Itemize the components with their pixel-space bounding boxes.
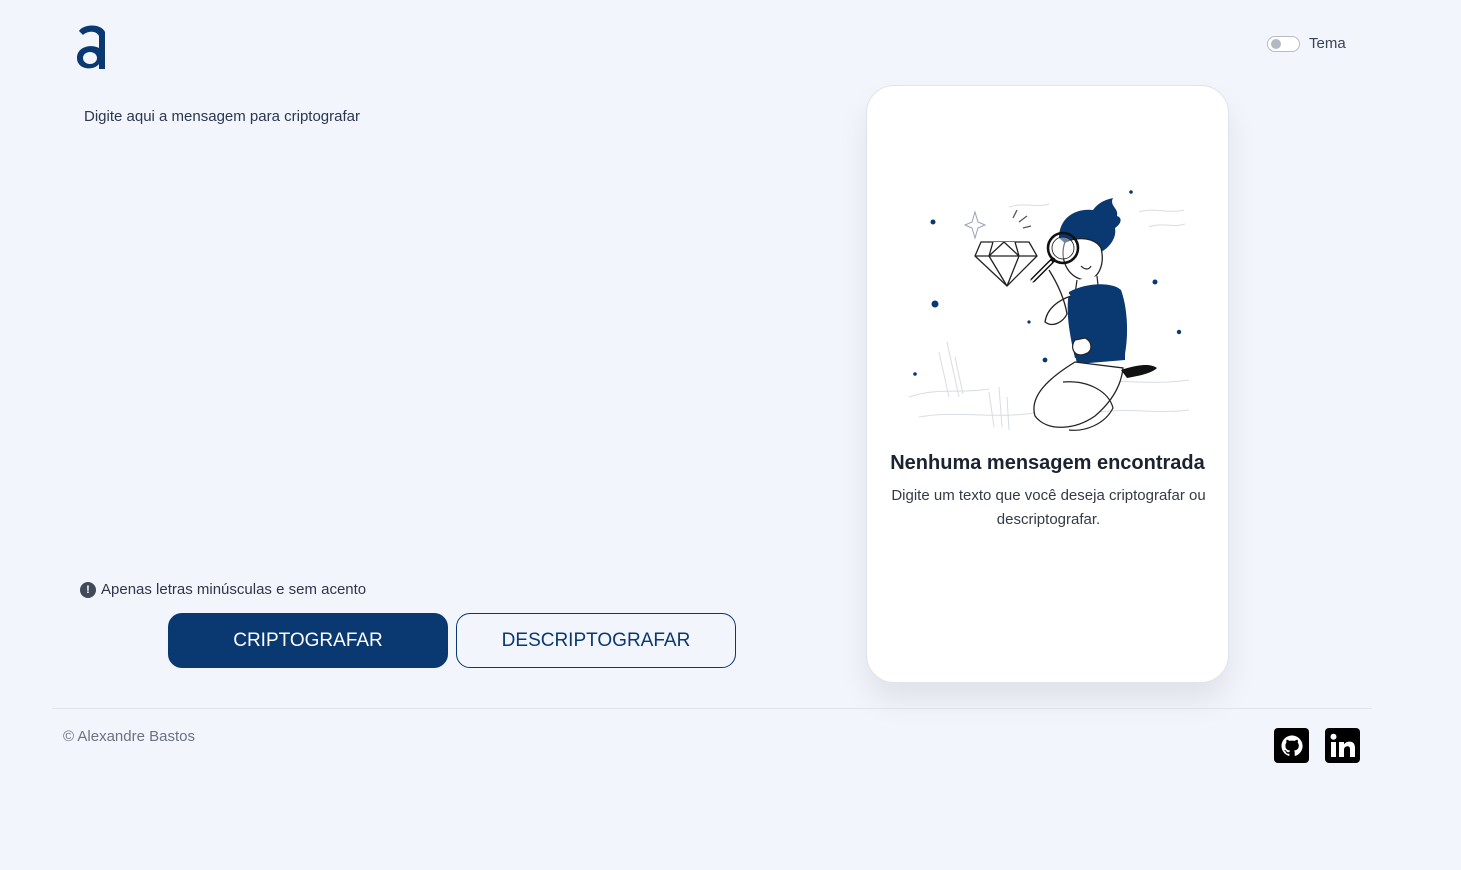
exclamation-circle-icon: ! — [80, 581, 96, 598]
decrypt-button[interactable]: DESCRIPTOGRAFAR — [456, 613, 736, 668]
linkedin-link[interactable] — [1325, 728, 1360, 763]
input-hint-text: Apenas letras minúsculas e sem acento — [101, 581, 367, 598]
output-panel: Nenhuma mensagem encontrada Digite um te… — [866, 85, 1229, 683]
message-input[interactable] — [70, 100, 790, 550]
person-magnifier-illustration — [908, 190, 1190, 431]
encrypt-button[interactable]: CRIPTOGRAFAR — [168, 613, 448, 668]
github-link[interactable] — [1274, 728, 1309, 763]
empty-state-title: Nenhuma mensagem encontrada — [890, 452, 1205, 474]
theme-toggle[interactable]: Tema — [1267, 35, 1346, 52]
copyright-text: © Alexandre Bastos — [63, 728, 195, 745]
footer-divider — [52, 708, 1372, 709]
page: Tema ! Apenas letras minúsculas e sem ac… — [0, 0, 1461, 870]
theme-toggle-knob — [1271, 38, 1281, 49]
theme-toggle-label: Tema — [1309, 35, 1346, 52]
empty-state-description: Digite um texto que você deseja criptogr… — [891, 487, 1206, 528]
alura-logo-icon[interactable] — [74, 22, 110, 72]
theme-toggle-switch[interactable] — [1267, 35, 1300, 52]
input-hint: ! Apenas letras minúsculas e sem acento — [80, 581, 366, 598]
linkedin-icon — [1330, 733, 1355, 757]
github-icon — [1281, 735, 1303, 756]
